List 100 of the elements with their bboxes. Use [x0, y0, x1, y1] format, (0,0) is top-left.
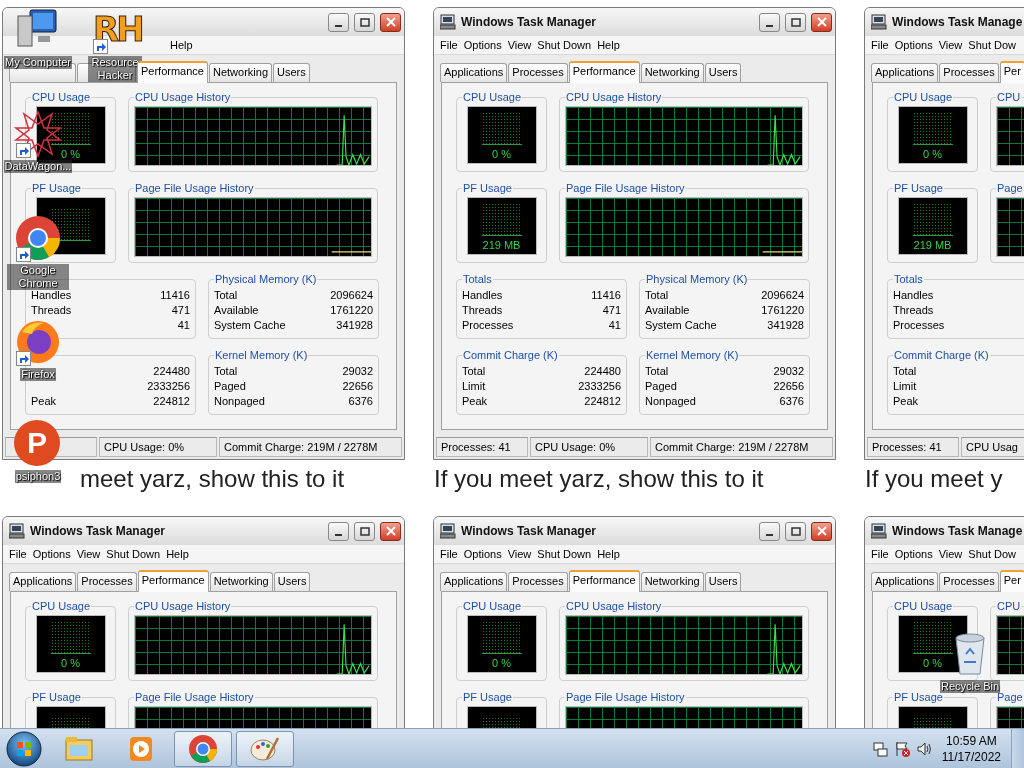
tab[interactable]: Processes	[939, 572, 999, 591]
menu-item[interactable]: File	[437, 38, 461, 52]
menu-item[interactable]: View	[935, 38, 966, 52]
meter-reading: 0 %	[61, 148, 80, 160]
icon-label[interactable]: My Computer	[4, 56, 72, 69]
stat-label: Processes	[893, 318, 945, 333]
stat-label: Total	[893, 364, 917, 379]
tab[interactable]: Performance	[568, 61, 640, 83]
tab[interactable]: Users	[704, 63, 742, 82]
group-title: CPU Usage	[462, 91, 523, 104]
network-icon[interactable]	[871, 740, 888, 757]
menu-item[interactable]: Shut Dow	[965, 547, 1019, 561]
close-button[interactable]	[811, 521, 832, 541]
menu-item[interactable]: Help	[594, 38, 623, 52]
menu-item[interactable]: Options	[891, 38, 936, 52]
tab[interactable]: Applications	[871, 572, 939, 591]
menu-item[interactable]: Options	[29, 547, 74, 561]
start-button[interactable]	[6, 730, 42, 767]
tab[interactable]: Users	[273, 63, 310, 82]
icon-label[interactable]: Firefox	[20, 368, 56, 381]
close-button[interactable]	[380, 521, 401, 541]
tab[interactable]: Per	[999, 570, 1024, 592]
clock[interactable]: 10:59 AM 11/17/2022	[941, 732, 1001, 765]
maximize-icon	[790, 17, 801, 27]
minimize-icon	[335, 533, 342, 536]
stat-label: Peak	[462, 394, 488, 409]
chrome-icon	[187, 732, 219, 765]
minimize-button[interactable]	[759, 521, 780, 541]
close-button[interactable]	[811, 12, 832, 32]
close-button[interactable]	[380, 12, 401, 32]
tab[interactable]: Applications	[440, 572, 508, 591]
tab[interactable]: Performance	[137, 61, 208, 83]
tab[interactable]: Performance	[568, 570, 640, 592]
stat-label: System Cache	[645, 318, 717, 333]
menu-item[interactable]: File	[868, 547, 892, 561]
menu-item[interactable]: Help	[594, 547, 623, 561]
taskbar-button[interactable]	[236, 730, 294, 767]
minimize-button[interactable]	[328, 521, 349, 541]
stat-label: Total	[645, 364, 669, 379]
stat-value: 224812	[584, 394, 621, 409]
flag-icon[interactable]	[893, 740, 910, 757]
close-icon	[816, 17, 827, 27]
meter-reading: 0 %	[492, 148, 511, 160]
menu-item[interactable]: File	[437, 547, 461, 561]
group-title: Totals	[893, 273, 924, 286]
stat-label: Threads	[462, 303, 503, 318]
taskbar-button[interactable]	[174, 730, 232, 767]
app-icon	[440, 14, 456, 30]
menu-item[interactable]: Options	[891, 547, 936, 561]
icon-label[interactable]: Recycle Bin	[939, 680, 1001, 693]
meter-reading: 219 MB	[913, 239, 952, 251]
menu-item[interactable]: View	[73, 547, 104, 561]
menu-item[interactable]: Options	[460, 547, 505, 561]
tab[interactable]: Processes	[77, 572, 137, 591]
group-title: CPU	[996, 600, 1022, 613]
tab[interactable]: Users	[704, 572, 742, 591]
tab[interactable]: Networking	[640, 63, 704, 82]
icon-label[interactable]: Resource Hacker	[88, 56, 142, 82]
menu-item[interactable]: Shut Dow	[965, 38, 1019, 52]
wallpaper-caption: If you meet yarz, show this to it	[434, 464, 764, 494]
wallpaper-caption: If you meet y	[865, 464, 1003, 494]
tab[interactable]: Networking	[209, 572, 273, 591]
tab[interactable]: Processes	[508, 572, 568, 591]
menu-item[interactable]: View	[935, 547, 966, 561]
menu-item[interactable]: Shut Down	[103, 547, 164, 561]
tab[interactable]: Processes	[508, 63, 568, 82]
minimize-button[interactable]	[759, 12, 780, 32]
menu-item[interactable]: View	[504, 38, 535, 52]
tab[interactable]: Users	[273, 572, 311, 591]
menu-item[interactable]: Shut Down	[534, 547, 595, 561]
menu-item[interactable]: View	[504, 547, 535, 561]
group-title: Page File Usage History	[565, 182, 686, 195]
tab[interactable]: Applications	[9, 572, 77, 591]
minimize-button[interactable]	[328, 12, 349, 32]
maximize-button[interactable]	[785, 12, 806, 32]
maximize-button[interactable]	[354, 521, 375, 541]
speaker-icon[interactable]	[915, 740, 932, 757]
menu-item[interactable]: Shut Down	[534, 38, 595, 52]
tab[interactable]: Applications	[871, 63, 939, 82]
tab[interactable]: Per	[999, 61, 1024, 83]
maximize-button[interactable]	[785, 521, 806, 541]
maximize-button[interactable]	[354, 12, 375, 32]
tab[interactable]: Networking	[209, 63, 272, 82]
menu-item[interactable]: Help	[163, 547, 192, 561]
close-icon	[385, 17, 396, 27]
status-bar-pane: Commit Charge: 219M / 2278M	[219, 437, 402, 457]
menu-item[interactable]: File	[6, 547, 30, 561]
tab[interactable]: Performance	[137, 570, 209, 592]
icon-label[interactable]: DataWagon...	[3, 160, 73, 173]
menu-item[interactable]: File	[868, 38, 892, 52]
menu-item[interactable]: Options	[460, 38, 505, 52]
icon-label[interactable]: Google Chrome	[7, 264, 69, 290]
stat-label: Handles	[462, 288, 503, 303]
stat-label: System Cache	[214, 318, 286, 333]
tab[interactable]: Processes	[939, 63, 999, 82]
tab[interactable]: Applications	[440, 63, 508, 82]
tab[interactable]: Networking	[640, 572, 704, 591]
stat-label: Limit	[462, 379, 486, 394]
group-title: CPU Usage History	[134, 91, 232, 104]
menu-item[interactable]: Help	[167, 38, 196, 52]
